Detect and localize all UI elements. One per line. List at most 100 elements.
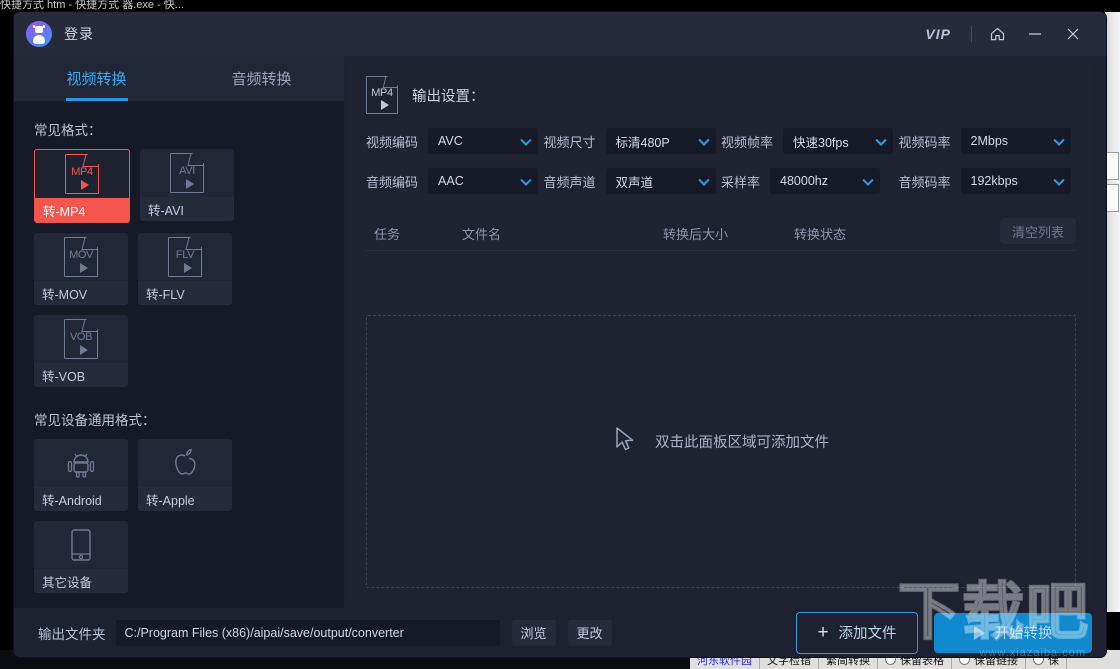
field-audio-bitrate: 音频码率 192kbps <box>899 168 1077 194</box>
drop-zone-text: 双击此面板区域可添加文件 <box>655 431 829 452</box>
select-value: 标清480P <box>616 132 670 151</box>
output-settings-title: 输出设置： <box>412 85 485 106</box>
format-card-label: 转-MOV <box>34 281 128 305</box>
field-video-size: 视频尺寸 标清480P <box>544 128 722 154</box>
add-file-label: 添加文件 <box>839 622 897 643</box>
field-label: 音频码率 <box>899 172 951 191</box>
select-value: 双声道 <box>616 172 654 191</box>
device-card-label: 转-Apple <box>138 487 232 511</box>
format-card-label: 转-VOB <box>34 363 128 387</box>
video-framerate-select[interactable]: 快速30fps <box>783 128 893 154</box>
background-desktop-top-text: 快捷方式 htm - 快捷方式 器.exe - 快... <box>0 0 1120 12</box>
start-convert-label: 开始转换 <box>995 622 1053 643</box>
title-bar-controls: VIP <box>911 19 1106 49</box>
plus-icon: + <box>817 623 828 642</box>
login-button[interactable]: 登录 <box>64 24 94 44</box>
audio-bitrate-select[interactable]: 192kbps <box>961 168 1071 194</box>
device-card-label: 转-Android <box>34 487 128 511</box>
output-settings-grid: 视频编码 AVC 视频尺寸 标清480P 视 <box>348 114 1092 194</box>
field-video-bitrate: 视频码率 2Mbps <box>899 128 1077 154</box>
task-list-header: 任务 文件名 转换后大小 转换状态 清空列表 <box>366 216 1076 251</box>
field-audio-channel: 音频声道 双声道 <box>544 168 722 194</box>
audio-codec-select[interactable]: AAC <box>428 168 538 194</box>
video-bitrate-select[interactable]: 2Mbps <box>961 128 1071 154</box>
chevron-down-icon <box>1053 175 1064 186</box>
screen: 快捷方式 htm - 快捷方式 器.exe - 快... 河东软件园 文字检错 … <box>0 0 1120 669</box>
title-bar: 登录 VIP <box>14 12 1106 56</box>
avi-file-icon: AVI <box>140 149 234 197</box>
file-drop-zone[interactable]: 双击此面板区域可添加文件 <box>366 315 1076 588</box>
field-video-framerate: 视频帧率 快速30fps <box>721 128 899 154</box>
video-size-select[interactable]: 标清480P <box>606 128 716 154</box>
title-bar-divider <box>971 26 972 42</box>
main-panel: MP4 输出设置： 视频编码 AVC 视 <box>344 56 1106 608</box>
column-status: 转换状态 <box>794 224 846 243</box>
browse-button[interactable]: 浏览 <box>512 620 556 646</box>
device-card-list: 转-Android 转-Apple <box>14 439 344 593</box>
sidebar-tabs: 视频转换 音频转换 <box>14 56 344 101</box>
format-card-mov[interactable]: MOV 转-MOV <box>34 233 128 305</box>
mp4-file-icon: MP4 <box>35 150 129 198</box>
select-value: 2Mbps <box>971 134 1009 148</box>
add-file-button[interactable]: + 添加文件 <box>796 612 918 654</box>
sample-rate-select[interactable]: 48000hz <box>770 168 880 194</box>
chevron-down-icon <box>698 135 709 146</box>
drop-zone-hint: 双击此面板区域可添加文件 <box>613 425 829 458</box>
user-avatar-icon[interactable] <box>26 21 52 47</box>
mov-file-icon: MOV <box>34 233 128 281</box>
tab-audio-convert[interactable]: 音频转换 <box>179 56 344 101</box>
output-folder-input[interactable]: C:/Program Files (x86)/aipai/save/output… <box>116 620 500 646</box>
vob-file-icon: VOB <box>34 315 128 363</box>
format-card-label: 转-MP4 <box>35 198 129 222</box>
sidebar: 视频转换 音频转换 常见格式： MP4 转-MP4 AVI <box>14 56 344 608</box>
field-label: 采样率 <box>721 172 760 191</box>
field-label: 视频帧率 <box>721 132 773 151</box>
cursor-arrow-icon <box>613 425 639 458</box>
select-value: AAC <box>438 174 464 188</box>
background-top-label: 快捷方式 htm - 快捷方式 器.exe - 快... <box>0 0 184 11</box>
column-filename: 文件名 <box>462 224 501 243</box>
select-value: 48000hz <box>780 174 828 188</box>
conversion-panel: MP4 输出设置： 视频编码 AVC 视 <box>348 62 1092 600</box>
select-value: 快速30fps <box>793 132 849 151</box>
chevron-down-icon <box>1053 135 1064 146</box>
bottom-actions: + 添加文件 开始转换 <box>796 612 1106 654</box>
tablet-icon <box>34 521 128 569</box>
vip-button[interactable]: VIP <box>911 26 965 42</box>
device-card-other[interactable]: 其它设备 <box>34 521 128 593</box>
field-label: 音频编码 <box>366 172 418 191</box>
device-card-apple[interactable]: 转-Apple <box>138 439 232 511</box>
format-card-avi[interactable]: AVI 转-AVI <box>140 149 234 221</box>
clear-list-button[interactable]: 清空列表 <box>1000 218 1076 244</box>
field-label: 音频声道 <box>544 172 596 191</box>
format-card-flv[interactable]: FLV 转-FLV <box>138 233 232 305</box>
format-card-list: MP4 转-MP4 AVI 转-AVI MOV 转 <box>14 149 344 387</box>
chevron-down-icon <box>698 175 709 186</box>
select-value: 192kbps <box>971 174 1018 188</box>
tab-video-convert[interactable]: 视频转换 <box>14 56 179 101</box>
minimize-icon[interactable] <box>1016 19 1054 49</box>
select-value: AVC <box>438 134 463 148</box>
column-output-size: 转换后大小 <box>663 224 728 243</box>
close-icon[interactable] <box>1054 19 1092 49</box>
audio-channel-select[interactable]: 双声道 <box>606 168 716 194</box>
mp4-output-icon: MP4 <box>366 76 398 114</box>
device-card-android[interactable]: 转-Android <box>34 439 128 511</box>
field-audio-codec: 音频编码 AAC <box>366 168 544 194</box>
format-card-vob[interactable]: VOB 转-VOB <box>34 315 128 387</box>
bottom-bar: 输出文件夹 C:/Program Files (x86)/aipai/save/… <box>14 608 1106 657</box>
field-label: 视频编码 <box>366 132 418 151</box>
chevron-down-icon <box>520 175 531 186</box>
field-video-codec: 视频编码 AVC <box>366 128 544 154</box>
change-button[interactable]: 更改 <box>568 620 612 646</box>
home-icon[interactable] <box>978 19 1016 49</box>
start-convert-button[interactable]: 开始转换 <box>934 613 1092 653</box>
field-sample-rate: 采样率 48000hz <box>721 168 899 194</box>
output-settings-header: MP4 输出设置： <box>348 62 1092 114</box>
video-codec-select[interactable]: AVC <box>428 128 538 154</box>
format-card-mp4[interactable]: MP4 转-MP4 <box>34 149 130 223</box>
device-card-label: 其它设备 <box>34 569 128 593</box>
apple-icon <box>138 439 232 487</box>
app-window: 登录 VIP 视频转换 音频转换 常见格式： <box>14 12 1106 657</box>
common-formats-title: 常见格式： <box>34 119 344 139</box>
